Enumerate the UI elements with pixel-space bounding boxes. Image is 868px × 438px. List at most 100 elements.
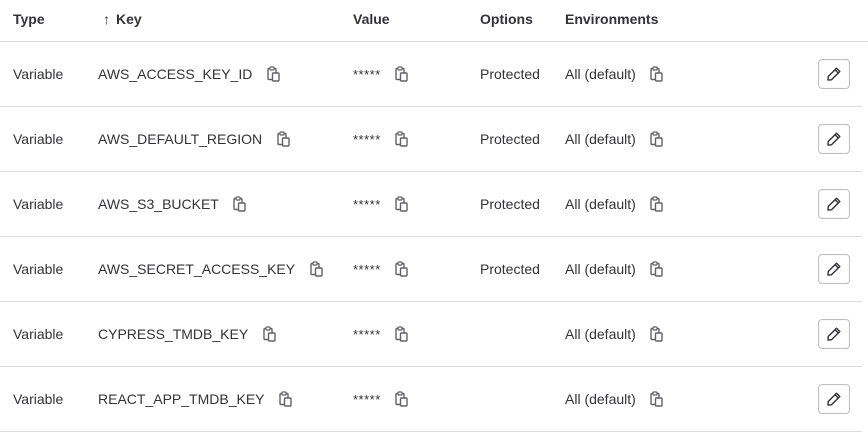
column-header-key[interactable]: ↑ Key (103, 11, 142, 27)
copy-environment-button[interactable] (649, 260, 665, 278)
copy-environment-button[interactable] (649, 390, 665, 408)
environment-label: All (default) (565, 131, 636, 147)
edit-variable-button[interactable] (818, 189, 850, 219)
copy-value-button[interactable] (394, 325, 410, 343)
pencil-icon (827, 132, 841, 146)
variable-type: Variable (13, 326, 63, 342)
edit-variable-button[interactable] (818, 384, 850, 414)
variable-environment: All (default) (565, 195, 665, 213)
variable-type-label: Variable (13, 261, 64, 277)
table-row: Variable AWS_SECRET_ACCESS_KEY ***** Pro… (0, 237, 862, 302)
copy-value-button[interactable] (394, 130, 410, 148)
copy-environment-button[interactable] (649, 195, 665, 213)
variable-type: Variable (13, 261, 63, 277)
variable-value: ***** (353, 65, 410, 83)
edit-variable-button[interactable] (818, 124, 850, 154)
copy-environment-button[interactable] (649, 325, 665, 343)
clipboard-copy-icon (395, 66, 408, 82)
masked-value: ***** (353, 326, 381, 342)
clipboard-copy-icon (395, 131, 408, 147)
clipboard-copy-icon (650, 66, 664, 82)
variable-environment: All (default) (565, 260, 665, 278)
copy-key-button[interactable] (275, 130, 291, 148)
pencil-icon (827, 392, 841, 406)
clipboard-copy-icon (309, 261, 323, 277)
variable-type-label: Variable (13, 196, 64, 212)
copy-key-button[interactable] (278, 390, 294, 408)
environment-label: All (default) (565, 326, 636, 342)
copy-environment-button[interactable] (649, 65, 665, 83)
pencil-icon (827, 197, 841, 211)
clipboard-copy-icon (262, 326, 276, 342)
copy-key-button[interactable] (308, 260, 324, 278)
variable-key: REACT_APP_TMDB_KEY (98, 390, 294, 408)
variable-type-label: Variable (13, 391, 64, 407)
variable-environment: All (default) (565, 325, 665, 343)
masked-value: ***** (353, 66, 381, 82)
masked-value: ***** (353, 196, 381, 212)
masked-value: ***** (353, 131, 381, 147)
masked-value: ***** (353, 391, 381, 407)
pencil-icon (827, 327, 841, 341)
copy-key-button[interactable] (261, 325, 277, 343)
edit-variable-button[interactable] (818, 319, 850, 349)
variable-type-label: Variable (13, 326, 64, 342)
options-label: Protected (480, 196, 540, 212)
copy-value-button[interactable] (394, 195, 410, 213)
variable-value: ***** (353, 325, 410, 343)
options-label: Protected (480, 66, 540, 82)
column-header-key-label: Key (116, 11, 142, 27)
pencil-icon (827, 262, 841, 276)
variable-options: Protected (480, 131, 540, 147)
environment-label: All (default) (565, 66, 636, 82)
clipboard-copy-icon (650, 196, 664, 212)
variable-value: ***** (353, 195, 410, 213)
clipboard-copy-icon (395, 391, 408, 407)
variable-key-label: REACT_APP_TMDB_KEY (98, 391, 265, 407)
variable-type-label: Variable (13, 131, 64, 147)
variable-type: Variable (13, 196, 63, 212)
copy-environment-button[interactable] (649, 130, 665, 148)
copy-value-button[interactable] (394, 65, 410, 83)
variable-type: Variable (13, 391, 63, 407)
variable-environment: All (default) (565, 65, 665, 83)
pencil-icon (827, 67, 841, 81)
variable-options: Protected (480, 261, 540, 277)
environment-label: All (default) (565, 391, 636, 407)
variable-value: ***** (353, 130, 410, 148)
clipboard-copy-icon (395, 326, 408, 342)
table-row: Variable AWS_ACCESS_KEY_ID ***** Protect… (0, 42, 862, 107)
variable-environment: All (default) (565, 130, 665, 148)
column-header-environments: Environments (565, 11, 659, 27)
options-label: Protected (480, 131, 540, 147)
variable-key-label: AWS_SECRET_ACCESS_KEY (98, 261, 296, 277)
variable-key-label: CYPRESS_TMDB_KEY (98, 326, 249, 342)
copy-value-button[interactable] (394, 260, 410, 278)
clipboard-copy-icon (233, 196, 247, 212)
copy-key-button[interactable] (232, 195, 248, 213)
clipboard-copy-icon (650, 261, 664, 277)
column-header-type: Type (13, 11, 45, 27)
copy-key-button[interactable] (265, 65, 281, 83)
variable-key-label: AWS_DEFAULT_REGION (98, 131, 263, 147)
environment-label: All (default) (565, 196, 636, 212)
variable-type: Variable (13, 66, 63, 82)
variable-key-label: AWS_S3_BUCKET (98, 196, 219, 212)
variable-type-label: Variable (13, 66, 64, 82)
clipboard-copy-icon (650, 326, 664, 342)
column-header-options: Options (480, 11, 533, 27)
clipboard-copy-icon (276, 131, 290, 147)
edit-variable-button[interactable] (818, 254, 850, 284)
environment-label: All (default) (565, 261, 636, 277)
options-label: Protected (480, 261, 540, 277)
edit-variable-button[interactable] (818, 59, 850, 89)
clipboard-copy-icon (650, 391, 664, 407)
arrow-up-icon: ↑ (103, 11, 110, 27)
masked-value: ***** (353, 261, 381, 277)
table-row: Variable AWS_DEFAULT_REGION ***** Protec… (0, 107, 862, 172)
clipboard-copy-icon (395, 196, 408, 212)
column-header-value: Value (353, 11, 390, 27)
variable-options: Protected (480, 66, 540, 82)
copy-value-button[interactable] (394, 390, 410, 408)
table-header: Type ↑ Key Value Options Environments (0, 0, 868, 42)
